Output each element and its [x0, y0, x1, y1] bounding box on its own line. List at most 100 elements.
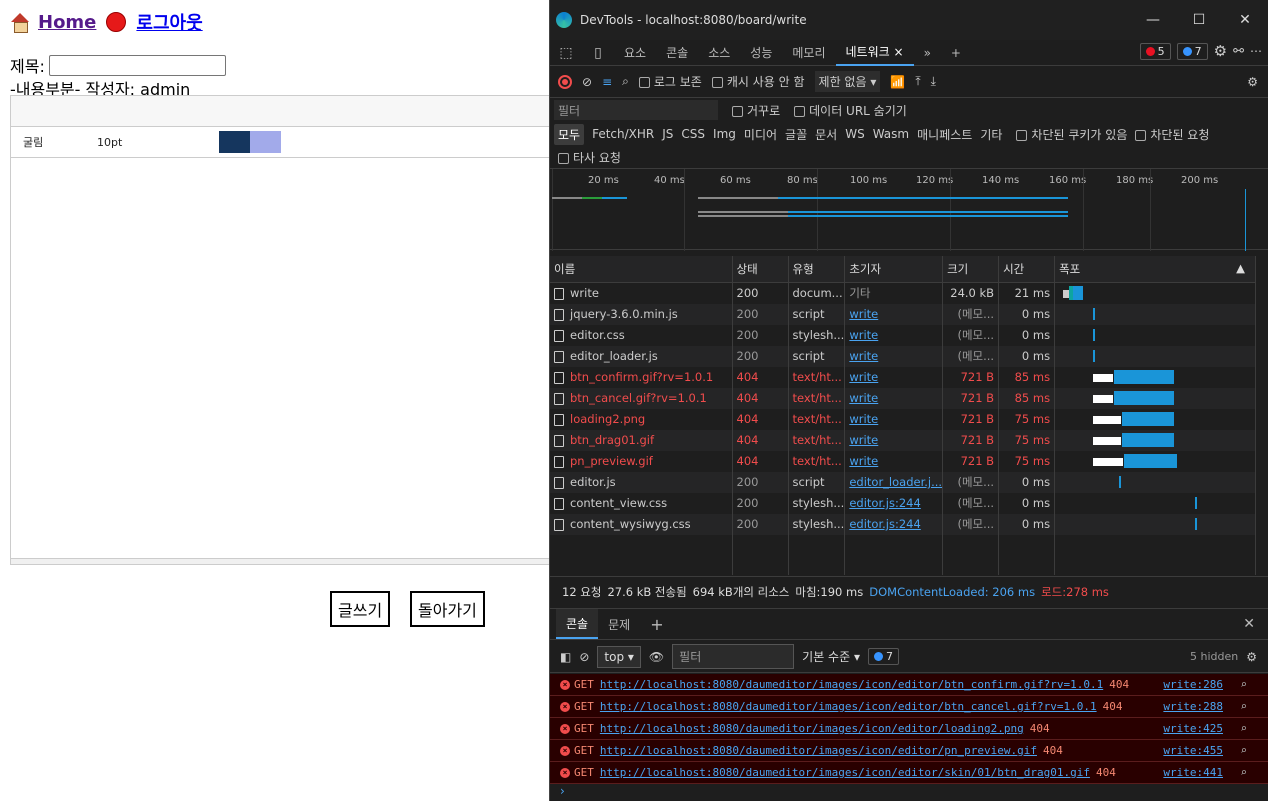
export-icon[interactable]: ⤓	[931, 74, 936, 89]
log-level-select[interactable]: 기본 수준 ▾	[802, 648, 860, 665]
tab-console[interactable]: 콘솔	[656, 40, 698, 66]
request-initiator-link[interactable]: write	[849, 349, 878, 363]
import-icon[interactable]: ⤒	[915, 74, 920, 89]
close-icon[interactable]: ✕	[1222, 0, 1268, 40]
settings-icon[interactable]: ⚙	[1214, 42, 1227, 60]
table-row[interactable]: editor.css 200 stylesh... write (메모... 0 ms	[550, 324, 1256, 346]
request-initiator-link[interactable]: editor_loader.j...	[849, 475, 941, 489]
throttle-select[interactable]: 제한 없음 ▾	[814, 71, 881, 92]
console-error-message[interactable]: × GET http://localhost:8080/daumeditor/ima…	[550, 740, 1268, 762]
inspect-icon[interactable]: ⬚	[550, 45, 582, 61]
table-row[interactable]: content_wysiwyg.css 200 stylesh... editor.j…	[550, 513, 1256, 535]
col-size[interactable]: 크기	[942, 256, 1000, 283]
drawer-tab-console[interactable]: 콘솔	[556, 609, 599, 639]
tab-sources[interactable]: 소스	[698, 40, 740, 66]
request-initiator-link[interactable]: write	[849, 391, 878, 405]
magnifier-icon[interactable]: ⌕	[1240, 722, 1247, 735]
magnifier-icon[interactable]: ⌕	[1240, 700, 1247, 713]
drawer-tab-issues[interactable]: 문제	[598, 609, 640, 639]
device-toggle-icon[interactable]: ▯	[582, 45, 614, 61]
preserve-log-checkbox[interactable]: 로그 보존	[638, 73, 702, 90]
request-initiator-link[interactable]: write	[849, 454, 878, 468]
table-row[interactable]: jquery-3.6.0.min.js 200 script write (메모... 0…	[550, 303, 1256, 325]
log-url-link[interactable]: http://localhost:8080/daumeditor/images/…	[600, 700, 1097, 713]
console-settings-icon[interactable]: ⚙	[1246, 650, 1257, 664]
font-size-select[interactable]: 10pt	[97, 136, 219, 149]
log-source-link[interactable]: write:286	[1163, 678, 1223, 691]
request-initiator-link[interactable]: write	[849, 307, 878, 321]
type-filter-xhr[interactable]: Fetch/XHR	[592, 127, 654, 141]
record-icon[interactable]	[558, 74, 572, 89]
console-error-message[interactable]: × GET http://localhost:8080/daumeditor/ima…	[550, 762, 1268, 784]
editor-content-area[interactable]	[11, 158, 554, 558]
type-filter-all[interactable]: 모두	[554, 123, 585, 145]
tab-elements[interactable]: 요소	[614, 40, 656, 66]
console-error-message[interactable]: × GET http://localhost:8080/daumeditor/ima…	[550, 696, 1268, 718]
network-filter-input[interactable]: 필터	[554, 100, 718, 120]
type-filter-other[interactable]: 기타	[980, 126, 1002, 143]
console-error-message[interactable]: × GET http://localhost:8080/daumeditor/ima…	[550, 674, 1268, 696]
clear-console-icon[interactable]: ⊘	[579, 650, 589, 664]
tab-memory[interactable]: 메모리	[782, 40, 835, 66]
log-source-link[interactable]: write:441	[1163, 766, 1223, 779]
home-link[interactable]: Home	[38, 12, 96, 33]
request-initiator-link[interactable]: write	[849, 370, 878, 384]
search-icon[interactable]: ⌕	[622, 74, 629, 89]
table-row[interactable]: content_view.css 200 stylesh... editor.js:2…	[550, 492, 1256, 514]
back-button[interactable]: 돌아가기	[410, 591, 485, 627]
type-filter-js[interactable]: JS	[662, 127, 673, 141]
disable-cache-checkbox[interactable]: 캐시 사용 안 함	[711, 73, 805, 90]
table-row[interactable]: btn_cancel.gif?rv=1.0.1 404 text/ht... writ…	[550, 387, 1256, 409]
log-url-link[interactable]: http://localhost:8080/daumeditor/images/…	[600, 744, 1037, 757]
request-initiator-link[interactable]: editor.js:244	[849, 496, 920, 510]
font-family-select[interactable]: 굴림	[23, 134, 97, 150]
col-name[interactable]: 이름	[550, 256, 733, 283]
table-row[interactable]: btn_confirm.gif?rv=1.0.1 404 text/ht... wri…	[550, 366, 1256, 388]
blocked-requests-checkbox[interactable]: 차단된 요청	[1135, 126, 1209, 143]
add-tab-icon[interactable]: +	[941, 40, 971, 66]
live-expression-icon[interactable]: 👁	[649, 650, 664, 664]
console-prompt[interactable]: ›	[560, 784, 565, 798]
type-filter-css[interactable]: CSS	[681, 127, 705, 141]
blocked-cookies-checkbox[interactable]: 차단된 쿠키가 있음	[1016, 126, 1127, 143]
table-row[interactable]: pn_preview.gif 404 text/ht... write 721 B 75 …	[550, 450, 1256, 472]
type-filter-media[interactable]: 미디어	[744, 126, 777, 143]
table-row[interactable]: write 200 docum... 기타 24.0 kB 21 ms	[550, 282, 1256, 304]
console-error-message[interactable]: × GET http://localhost:8080/daumeditor/ima…	[550, 718, 1268, 740]
title-input[interactable]	[48, 54, 226, 76]
log-url-link[interactable]: http://localhost:8080/daumeditor/images/…	[600, 722, 1024, 735]
hide-data-urls-checkbox[interactable]: 데이터 URL 숨기기	[794, 102, 907, 119]
close-tab-icon[interactable]: ×	[894, 45, 904, 59]
tab-network[interactable]: 네트워크 ×	[835, 40, 914, 66]
text-color-swatch[interactable]	[219, 131, 250, 153]
network-settings-icon[interactable]: ⚙	[1247, 75, 1258, 89]
background-color-swatch[interactable]	[250, 131, 281, 153]
type-filter-img[interactable]: Img	[713, 127, 736, 141]
col-time[interactable]: 시간	[998, 256, 1056, 283]
close-drawer-icon[interactable]: ✕	[1233, 609, 1265, 639]
col-type[interactable]: 유형	[788, 256, 846, 283]
console-filter-input[interactable]: 필터	[672, 644, 795, 669]
maximize-icon[interactable]: ☐	[1176, 0, 1222, 40]
error-count-badge[interactable]: 5	[1139, 42, 1171, 60]
network-overview[interactable]: 20 ms 40 ms 60 ms 80 ms 100 ms 120 ms 14…	[550, 168, 1268, 251]
context-select[interactable]: top ▾	[597, 645, 641, 668]
log-source-link[interactable]: write:425	[1163, 722, 1223, 735]
log-source-link[interactable]: write:288	[1163, 700, 1223, 713]
request-initiator-link[interactable]: write	[849, 412, 878, 426]
col-initiator[interactable]: 초기자	[844, 256, 944, 283]
table-row[interactable]: editor.js 200 script editor_loader.j... (메모.…	[550, 471, 1256, 493]
message-count-badge[interactable]: 7	[1176, 42, 1208, 60]
type-filter-wasm[interactable]: Wasm	[873, 127, 909, 141]
magnifier-icon[interactable]: ⌕	[1240, 744, 1247, 757]
type-filter-ws[interactable]: WS	[845, 127, 864, 141]
clear-icon[interactable]: ⊘	[582, 75, 592, 89]
request-initiator-link[interactable]: write	[849, 433, 878, 447]
type-filter-font[interactable]: 글꼴	[785, 126, 807, 143]
magnifier-icon[interactable]: ⌕	[1240, 766, 1247, 779]
table-row[interactable]: loading2.png 404 text/ht... write 721 B 75 ms	[550, 408, 1256, 430]
table-row[interactable]: editor_loader.js 200 script write (메모... 0 ms	[550, 345, 1256, 367]
customize-icon[interactable]: ⚯	[1233, 44, 1244, 59]
table-row[interactable]: btn_drag01.gif 404 text/ht... write 721 B 75 …	[550, 429, 1256, 451]
tab-performance[interactable]: 성능	[740, 40, 782, 66]
